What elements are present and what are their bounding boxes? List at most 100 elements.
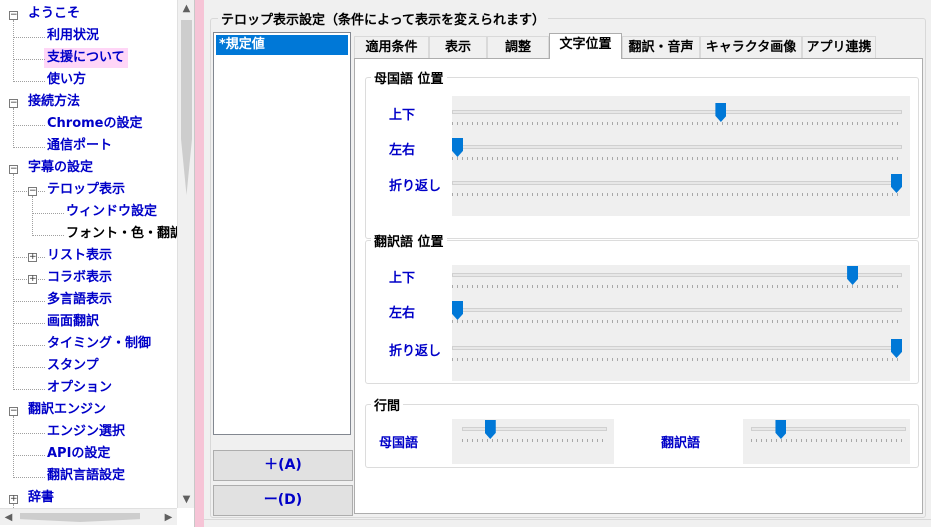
tree-item[interactable]: 翻訳言語設定 xyxy=(47,466,125,486)
splitter-bar[interactable] xyxy=(195,0,204,527)
tree-item[interactable]: 多言語表示 xyxy=(47,290,112,310)
tree-item[interactable]: ウィンドウ設定 xyxy=(66,202,157,222)
tree-connector xyxy=(13,37,45,38)
tree-hscroll-thumb[interactable] xyxy=(20,513,140,522)
translated-slider-1-ticks xyxy=(452,320,902,323)
tree-connector xyxy=(13,301,45,302)
tree-item[interactable]: 利用状況 xyxy=(47,26,99,46)
group-title: テロップ表示設定（条件によって表示を変えられます） xyxy=(218,9,548,28)
tree-item[interactable]: フォント・色・翻訳 xyxy=(64,224,185,244)
translated-slider-0-label: 上下 xyxy=(389,271,416,286)
tab-page-text-position: 母国語 位置 翻訳語 位置 行間 母国語 翻訳語 上下 左右 折り返し 上下 左右 折り返… xyxy=(354,58,923,514)
native-slider-0-ticks xyxy=(452,122,902,125)
tree-item[interactable]: 辞書 xyxy=(28,488,54,508)
translated-slider-2-track[interactable] xyxy=(452,346,902,350)
tree-item[interactable]: オプション xyxy=(47,378,112,398)
tree-connector xyxy=(13,125,45,126)
tab-3[interactable]: 文字位置 xyxy=(549,33,622,59)
tree-item[interactable]: Chromeの設定 xyxy=(47,114,143,134)
translated-slider-0-track[interactable] xyxy=(452,273,902,277)
collapse-minus-icon[interactable]: − xyxy=(9,165,18,174)
expand-plus-icon[interactable]: + xyxy=(28,275,37,284)
tree-connector xyxy=(13,81,45,82)
tree-item[interactable]: テロップ表示 xyxy=(47,180,125,200)
tab-1[interactable]: 表示 xyxy=(429,36,487,58)
native-spacing-label: 母国語 xyxy=(379,436,419,451)
tree-connector xyxy=(13,367,45,368)
translated-spacing-label: 翻訳語 xyxy=(661,436,701,451)
tree-item[interactable]: 使い方 xyxy=(47,70,86,90)
tree-connector xyxy=(32,213,64,214)
native-spacing-slider-ticks xyxy=(462,439,607,442)
tree-item[interactable]: スタンプ xyxy=(47,356,99,376)
native-slider-2-track[interactable] xyxy=(452,181,902,185)
collapse-minus-icon[interactable]: − xyxy=(9,11,18,20)
collapse-minus-icon[interactable]: − xyxy=(28,187,37,196)
translated-slider-area xyxy=(452,265,910,381)
expand-plus-icon[interactable]: + xyxy=(9,495,18,504)
settings-tree[interactable]: ようこそ − 利用状況 支援について 使い方 接続方法 − Chromeの設定 通信ポート 字幕の… xyxy=(0,0,195,527)
tree-connector xyxy=(13,416,14,478)
scroll-left-arrow-icon[interactable]: ◀ xyxy=(0,509,17,526)
tree-item[interactable]: 翻訳エンジン xyxy=(28,400,106,420)
tree-item[interactable]: コラボ表示 xyxy=(47,268,112,288)
tree-connector xyxy=(13,345,45,346)
tree-connector xyxy=(13,389,45,390)
tab-6[interactable]: アプリ連携 xyxy=(802,36,876,58)
native-slider-1-label: 左右 xyxy=(389,143,416,158)
native-slider-2-label: 折り返し xyxy=(389,179,442,194)
translated-slider-0-ticks xyxy=(452,285,902,288)
translated-spacing-slider-ticks xyxy=(751,439,906,442)
tree-item[interactable]: 支援について xyxy=(44,48,128,68)
tree-connector xyxy=(13,433,45,434)
collapse-minus-icon[interactable]: − xyxy=(9,99,18,108)
preset-item-default[interactable]: *規定値 xyxy=(216,35,348,55)
tree-connector xyxy=(13,455,45,456)
tree-connector xyxy=(13,20,14,82)
translated-slider-2-ticks xyxy=(452,358,902,361)
tree-item[interactable]: APIの設定 xyxy=(47,444,110,464)
tree-item[interactable]: エンジン選択 xyxy=(47,422,125,442)
preset-list[interactable]: *規定値 xyxy=(213,32,351,435)
add-preset-button[interactable]: ＋(A) xyxy=(213,450,353,481)
tree-item[interactable]: タイミング・制御 xyxy=(47,334,151,354)
native-slider-area xyxy=(452,96,910,216)
tree-vscroll-thumb[interactable] xyxy=(181,20,192,195)
scroll-down-arrow-icon[interactable]: ▼ xyxy=(178,491,194,508)
scroll-right-arrow-icon[interactable]: ▶ xyxy=(160,509,177,526)
remove-preset-button[interactable]: ー(D) xyxy=(213,485,353,516)
tree-item[interactable]: ようこそ xyxy=(28,4,80,24)
native-position-title: 母国語 位置 xyxy=(371,68,447,87)
tree-connector xyxy=(32,196,33,236)
native-slider-1-track[interactable] xyxy=(452,145,902,149)
translated-spacing-slider-track[interactable] xyxy=(751,427,906,431)
tree-item[interactable]: リスト表示 xyxy=(47,246,112,266)
tab-4[interactable]: 翻訳・音声 xyxy=(622,36,700,58)
status-strip xyxy=(204,519,931,527)
tree-vertical-scrollbar[interactable]: ▲ ▼ xyxy=(177,0,194,508)
native-slider-0-track[interactable] xyxy=(452,110,902,114)
tree-connector xyxy=(32,235,64,236)
tree-item[interactable]: 字幕の設定 xyxy=(28,158,93,178)
tree-connector xyxy=(13,108,14,148)
translated-slider-1-label: 左右 xyxy=(389,306,416,321)
tree-connector xyxy=(13,477,45,478)
tree-connector xyxy=(13,323,45,324)
tab-5[interactable]: キャラクタ画像 xyxy=(700,36,802,58)
native-slider-2-ticks xyxy=(452,193,902,196)
collapse-minus-icon[interactable]: − xyxy=(9,407,18,416)
scroll-up-arrow-icon[interactable]: ▲ xyxy=(178,0,194,17)
tree-item[interactable]: 通信ポート xyxy=(47,136,112,156)
tab-0[interactable]: 適用条件 xyxy=(354,36,429,58)
tree-item[interactable]: 画面翻訳 xyxy=(47,312,99,332)
native-slider-0-label: 上下 xyxy=(389,108,416,123)
tab-2[interactable]: 調整 xyxy=(487,36,549,58)
tree-connector xyxy=(13,174,14,390)
expand-plus-icon[interactable]: + xyxy=(28,253,37,262)
tree-connector xyxy=(13,147,45,148)
tree-horizontal-scrollbar[interactable]: ◀ ▶ xyxy=(0,508,177,525)
native-spacing-slider-track[interactable] xyxy=(462,427,607,431)
translated-slider-1-track[interactable] xyxy=(452,308,902,312)
tree-item[interactable]: 接続方法 xyxy=(28,92,80,112)
translated-position-title: 翻訳語 位置 xyxy=(371,231,447,250)
